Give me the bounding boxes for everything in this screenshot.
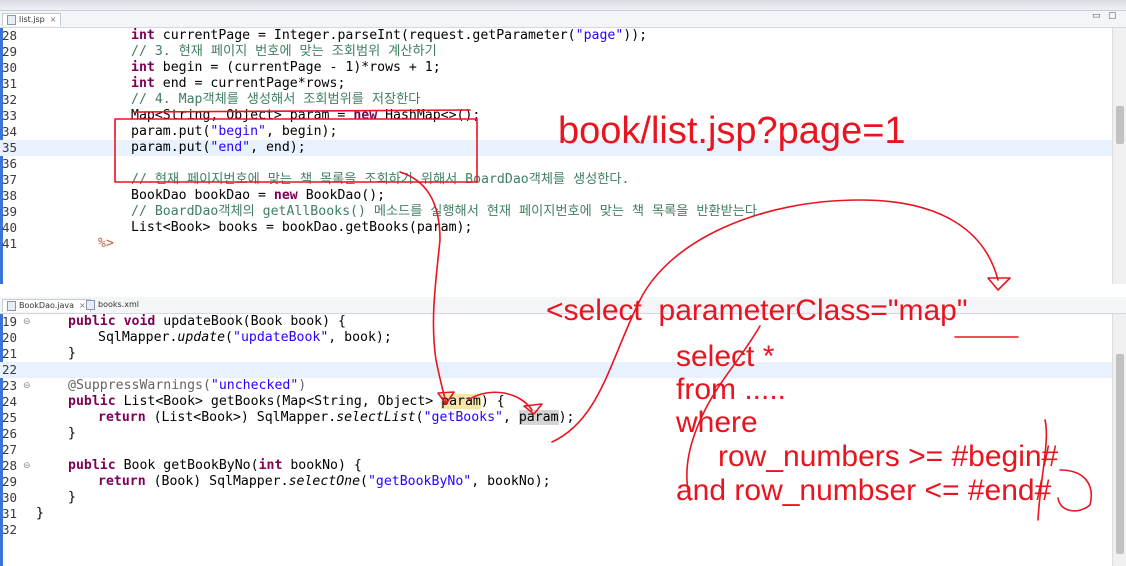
handwritten-sql-cond2: and row_numbser <= #end# <box>676 474 1052 507</box>
tab-list-jsp[interactable]: list.jsp × <box>2 13 62 26</box>
line-number: 32 <box>2 522 18 537</box>
line-number: 22 <box>2 362 18 377</box>
handwritten-sql-where: where <box>676 406 758 439</box>
tab-label: BookDao.java <box>19 301 75 310</box>
code-line-current: 22 <box>0 362 1112 378</box>
minimize-icon[interactable]: ▭ <box>1092 11 1101 25</box>
code-line: 37 // 현재 페이지번호에 맞는 책 목록을 조회하기 위해서 BoardD… <box>2 172 630 187</box>
code-line: 40 List<Book> books = bookDao.getBooks(p… <box>2 220 473 235</box>
xml-file-icon <box>86 300 95 310</box>
scrollbar-thumb[interactable] <box>1116 106 1124 144</box>
line-number: 25 <box>2 410 18 425</box>
code-line: 28 int currentPage = Integer.parseInt(re… <box>2 28 648 43</box>
fold-icon[interactable]: ⊖ <box>23 380 31 391</box>
tab-label: list.jsp <box>19 15 45 24</box>
code-line: 36 <box>0 156 1112 172</box>
line-number: 31 <box>2 506 18 521</box>
code-line: 30 int begin = (currentPage - 1)*rows + … <box>2 60 441 75</box>
maximize-icon[interactable]: ▢ <box>1108 11 1117 25</box>
code-line-current: 35 param.put("end", end); <box>0 140 1112 156</box>
handwritten-sql-from: from ..... <box>676 373 787 406</box>
line-number: 30 <box>2 490 18 505</box>
line-number: 39 <box>2 204 18 219</box>
line-number: 41 <box>2 236 18 251</box>
bottom-editor-scrollbar[interactable] <box>1112 314 1126 566</box>
handwritten-sql-select: select * <box>676 340 775 373</box>
code-line: 34 param.put("begin", begin); <box>2 124 338 139</box>
top-code-editor[interactable]: 28 int currentPage = Integer.parseInt(re… <box>0 28 1112 284</box>
code-line: 38 BookDao bookDao = new BookDao(); <box>2 188 386 203</box>
handwritten-sql-cond1: row_numbers >= #begin# <box>718 440 1059 473</box>
fold-icon[interactable]: ⊖ <box>23 460 31 471</box>
code-line: 41 %> <box>2 236 114 251</box>
tab-bookdao-java[interactable]: BookDao.java × <box>2 299 91 312</box>
tab-label: books.xml <box>98 300 139 309</box>
top-editor-tabbar: list.jsp × ▭ ▢ <box>0 11 1126 28</box>
line-number: 36 <box>2 156 18 171</box>
line-number: 26 <box>2 426 18 441</box>
code-line: 24 public List<Book> getBooks(Map<String… <box>2 394 505 409</box>
line-number: 33 <box>2 108 18 123</box>
handwritten-select-clause: <select parameterClass="map" <box>546 294 968 327</box>
tab-books-xml[interactable]: books.xml <box>82 299 143 311</box>
line-number: 34 <box>2 124 18 139</box>
code-line: 39 // BoardDao객체의 getAllBooks() 메소드를 실행해… <box>2 204 765 219</box>
jsp-file-icon <box>7 15 16 25</box>
top-editor-scrollbar[interactable] <box>1112 28 1126 284</box>
line-number: 29 <box>2 474 18 489</box>
line-number: 40 <box>2 220 18 235</box>
code-line: 21 } <box>2 346 76 361</box>
line-number: 30 <box>2 60 18 75</box>
scrollbar-thumb[interactable] <box>1116 354 1124 554</box>
code-line: 32 <box>0 522 1112 538</box>
window-toolbar-strip <box>0 0 1126 11</box>
line-number: 32 <box>2 92 18 107</box>
code-line: 31 } <box>2 506 44 521</box>
code-line: 25 return (List<Book>) SqlMapper.selectL… <box>2 410 575 425</box>
line-number: 29 <box>2 44 18 59</box>
line-number: 20 <box>2 330 18 345</box>
code-line: 33 Map<String, Object> param = new HashM… <box>2 108 481 123</box>
line-number: 28 <box>2 28 18 43</box>
code-line: 23 ⊖ @SuppressWarnings("unchecked") <box>2 378 307 393</box>
code-line: 20 SqlMapper.update("updateBook", book); <box>2 330 392 345</box>
code-line: 32 // 4. Map객체를 생성해서 조회범위를 저장한다 <box>2 92 421 107</box>
line-number: 38 <box>2 188 18 203</box>
code-line: 31 int end = currentPage*rows; <box>2 76 346 91</box>
code-line: 29 // 3. 현재 페이지 번호에 맞는 조회범위 계산하기 <box>2 44 437 59</box>
line-number: 37 <box>2 172 18 187</box>
line-number: 31 <box>2 76 18 91</box>
line-number: 21 <box>2 346 18 361</box>
java-file-icon <box>7 301 16 311</box>
line-number: 24 <box>2 394 18 409</box>
close-icon[interactable]: × <box>50 14 57 26</box>
handwritten-url-note: book/list.jsp?page=1 <box>558 110 906 152</box>
line-number: 35 <box>2 140 18 155</box>
line-number: 27 <box>2 442 18 457</box>
fold-icon[interactable]: ⊖ <box>23 316 31 327</box>
